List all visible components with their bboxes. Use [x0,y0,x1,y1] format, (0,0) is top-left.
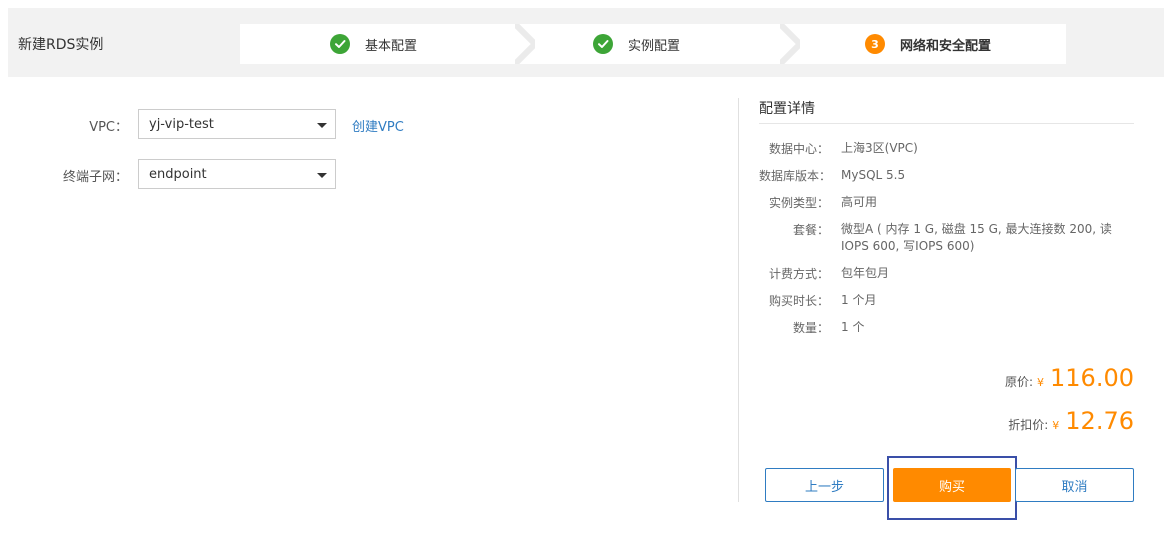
panel-divider [738,98,739,502]
discount-price-value: 12.76 [1065,407,1134,435]
create-vpc-link[interactable]: 创建VPC [352,116,404,135]
detail-key: 购买时长： [768,294,829,308]
step-label: 网络和安全配置 [900,38,992,54]
buy-button[interactable]: 购买 [893,468,1011,502]
step-separator [780,24,800,64]
vpc-select-value: yj-vip-test [149,117,214,132]
original-price-label: 原价: [1004,375,1034,389]
vpc-row-label-wrap: VPC： [0,108,128,140]
currency-symbol: ¥ [1037,376,1045,389]
detail-value: 上海3区(VPC) [841,141,918,155]
step-basic-config: 基本配置 [330,24,417,64]
subnet-select-value: endpoint [149,167,207,182]
detail-key: 数量： [792,321,829,335]
step-label: 实例配置 [628,38,681,54]
details-title: 配置详情 [759,101,815,117]
page-header: 新建RDS实例 基本配置 实例配置 3 网络和安全配置 [8,8,1164,77]
chevron-down-icon [317,123,327,128]
step-label: 基本配置 [365,38,418,54]
chevron-down-icon [317,173,327,178]
detail-value: 高可用 [841,195,878,209]
wizard-steps: 基本配置 实例配置 3 网络和安全配置 [240,24,1066,64]
subnet-select[interactable]: endpoint [138,159,336,189]
detail-key: 实例类型： [768,196,829,210]
detail-key: 数据中心： [768,142,829,156]
step-separator [515,24,535,64]
vpc-label: VPC： [89,120,128,135]
discount-price-label: 折扣价: [1008,418,1049,432]
detail-value: 1 个月 [841,293,877,307]
step-network-security: 3 网络和安全配置 [865,24,991,64]
check-circle-icon [593,34,613,54]
prev-step-button[interactable]: 上一步 [765,468,884,502]
subnet-label: 终端子网： [62,170,128,185]
subnet-row-label-wrap: 终端子网： [0,158,128,190]
original-price-row: 原价: ¥ 116.00 [1005,364,1134,392]
original-price-value: 116.00 [1050,364,1134,392]
detail-key: 套餐： [792,223,829,237]
check-circle-icon [330,34,350,54]
detail-key: 计费方式： [768,267,829,281]
detail-value: 微型A ( 内存 1 G, 磁盘 15 G, 最大连接数 200, 读IOPS … [841,222,1112,253]
details-divider [759,123,1134,124]
vpc-select[interactable]: yj-vip-test [138,109,336,139]
step-instance-config: 实例配置 [593,24,680,64]
step-number-badge: 3 [865,34,885,54]
currency-symbol: ¥ [1052,419,1060,432]
page-title: 新建RDS实例 [18,37,104,53]
detail-value: 1 个 [841,320,865,334]
discount-price-row: 折扣价: ¥ 12.76 [1008,407,1134,435]
detail-key: 数据库版本： [759,169,832,183]
detail-value: MySQL 5.5 [841,168,906,182]
cancel-button[interactable]: 取消 [1015,468,1134,502]
detail-value: 包年包月 [841,266,890,280]
